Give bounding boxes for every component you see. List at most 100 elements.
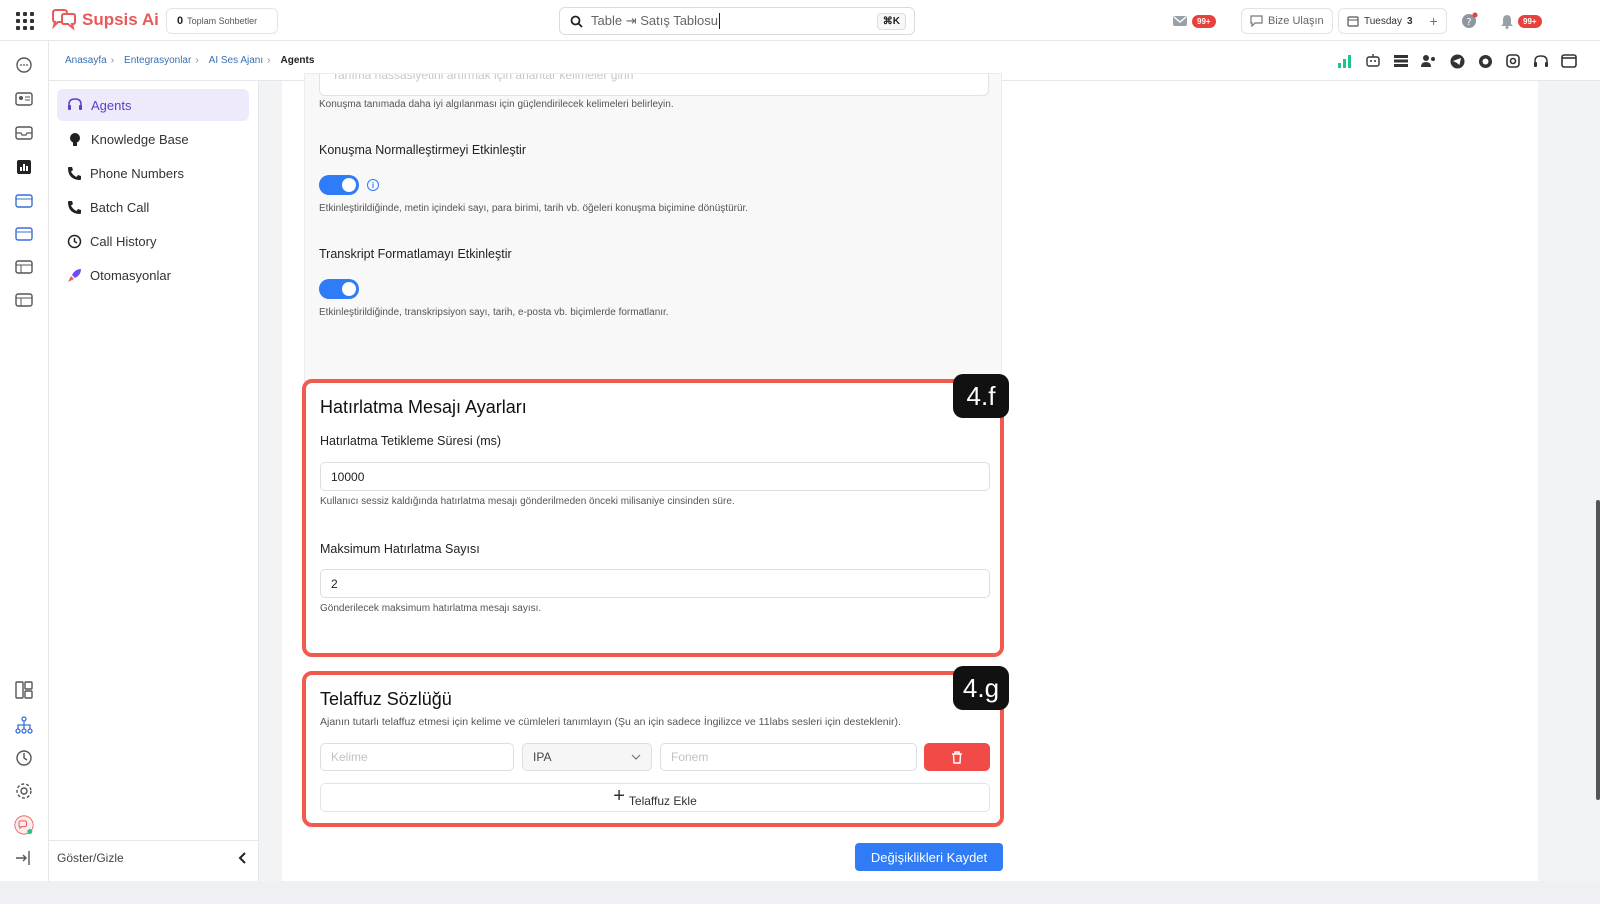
contact-label: Bize Ulaşın [1268,15,1324,27]
brain-icon [70,133,80,146]
phoneme-input[interactable]: Fonem [660,743,917,771]
notifications-button[interactable]: 99+ [1500,8,1542,34]
sidebar-item-batch-call[interactable]: Batch Call [57,191,249,223]
add-pronunciation-button[interactable]: + Telaffuz Ekle [320,783,990,812]
bot-icon[interactable] [1364,52,1382,70]
logo-icon [52,9,76,31]
chevron-left-icon [238,851,246,864]
history-icon [67,234,82,248]
telegram-icon[interactable] [1448,52,1466,70]
calendar-icon [1347,16,1359,27]
max-reminder-label: Maksimum Hatırlatma Sayısı [320,542,480,556]
calendar-date: 3 [1406,15,1413,27]
scrollbar[interactable] [1596,500,1600,800]
sidebar-item-label: Knowledge Base [91,131,189,147]
reminder-title: Hatırlatma Mesajı Ayarları [320,397,527,417]
save-changes-button[interactable]: Değişiklikleri Kaydet [855,843,1003,871]
headset-icon [68,98,82,110]
sidebar-item-automations[interactable]: Otomasyonlar [57,259,249,291]
global-search[interactable]: Table ⇥ Satış Tablosu ⌘K [559,7,915,35]
plus-icon: + [613,785,625,807]
sidebar-item-phone-numbers[interactable]: Phone Numbers [57,157,249,189]
phone-icon [68,200,81,214]
transcript-help: Etkinleştirildiğinde, transkripsiyon say… [319,307,669,318]
inbox-icon[interactable] [14,123,34,143]
max-reminder-help: Gönderilecek maksimum hatırlatma mesajı … [320,603,542,614]
mail-badge: 99+ [1192,14,1216,28]
window-icon[interactable] [14,191,34,211]
svg-text:?: ? [1466,17,1471,28]
users-icon[interactable] [1420,52,1438,70]
sidebar-toggle[interactable]: Göster/Gizle [49,840,259,874]
chat-icon[interactable] [14,55,34,75]
add-event-icon[interactable]: + [1430,13,1438,29]
window-icon[interactable] [14,224,34,244]
hierarchy-icon[interactable] [14,715,34,735]
alphabet-select[interactable]: IPA [522,743,652,771]
logo[interactable]: Supsis Ai [50,9,159,31]
sidebar-toggle-label: Göster/Gizle [57,850,124,865]
info-icon[interactable]: i [367,179,379,191]
keywords-input[interactable]: Tanıma hassasiyetini artırmak için anaht… [319,74,989,96]
trigger-help: Kullanıcı sessiz kaldığında hatırlatma m… [320,496,735,507]
channel-icons [1336,52,1578,70]
table-icon[interactable] [14,290,34,310]
max-reminder-input[interactable]: 2 [320,569,990,598]
instagram-icon[interactable] [1504,52,1522,70]
top-bar: Supsis Ai 0 Toplam Sohbetler Table ⇥ Sat… [0,0,1600,41]
headset-icon[interactable] [1532,52,1550,70]
rocket-icon [68,268,81,282]
chevron-down-icon [631,754,641,760]
mail-icon [1173,16,1187,26]
chat-bubble-icon [1250,15,1263,27]
breadcrumb-current: Agents [280,55,315,66]
layout-icon[interactable] [14,680,34,700]
list-icon[interactable] [1392,52,1410,70]
bell-icon [1501,14,1513,29]
apps-grid-icon[interactable] [16,12,34,30]
breadcrumb-item[interactable]: AI Ses Ajanı [209,55,263,66]
breadcrumb: Anasayfa › Entegrasyonlar › AI Ses Ajanı › … [65,55,315,66]
signal-icon[interactable] [1336,52,1354,70]
total-chats-pill[interactable]: 0 Toplam Sohbetler [166,8,278,34]
speech-norm-toggle[interactable] [319,175,359,195]
speech-norm-label: Konuşma Normalleştirmeyi Etkinleştir [319,143,527,157]
transcript-toggle[interactable] [319,279,359,299]
table-icon[interactable] [14,257,34,277]
mail-button[interactable]: 99+ [1172,8,1216,34]
search-icon [570,15,583,28]
keywords-help: Konuşma tanımada daha iyi algılanması iç… [319,99,674,110]
contact-button[interactable]: Bize Ulaşın [1241,8,1333,34]
delete-button[interactable] [924,743,990,771]
logout-icon[interactable] [14,848,34,868]
transcript-label: Transkript Formatlamayı Etkinleştir [319,247,512,261]
search-input[interactable]: Table ⇥ Satış Tablosu [591,13,721,30]
clock-icon[interactable] [14,748,34,768]
reports-icon[interactable] [14,157,34,177]
breadcrumb-item[interactable]: Anasayfa [65,55,107,66]
sidebar: Agents Knowledge Base Phone Numbers Batc… [49,81,259,904]
sidebar-item-label: Batch Call [90,199,150,215]
calendar-day: Tuesday [1364,15,1402,27]
sidebar-item-agents[interactable]: Agents [57,89,249,121]
calendar-button[interactable]: Tuesday 3 + [1338,8,1447,34]
word-input[interactable]: Kelime [320,743,514,771]
search-shortcut: ⌘K [876,13,906,30]
avatar[interactable] [14,815,34,835]
contacts-icon[interactable] [14,89,34,109]
sidebar-item-knowledge-base[interactable]: Knowledge Base [57,123,249,155]
help-button[interactable]: ? [1460,8,1478,34]
speech-norm-help: Etkinleştirildiğinde, metin içindeki say… [319,203,749,214]
logo-text: Supsis Ai [82,10,159,29]
sidebar-item-label: Otomasyonlar [90,267,171,283]
total-chats-label: Toplam Sohbetler [187,16,258,26]
gear-icon[interactable] [14,781,34,801]
pronunciation-section: Telaffuz Sözlüğü Ajanın tutarlı telaffuz… [302,671,1004,827]
window-icon[interactable] [1560,52,1578,70]
total-chats-count: 0 [177,15,184,27]
whatsapp-icon[interactable] [1476,52,1494,70]
breadcrumb-item[interactable]: Entegrasyonlar [124,55,191,66]
left-rail [0,41,49,904]
trigger-input[interactable]: 10000 [320,462,990,491]
sidebar-item-call-history[interactable]: Call History [57,225,249,257]
